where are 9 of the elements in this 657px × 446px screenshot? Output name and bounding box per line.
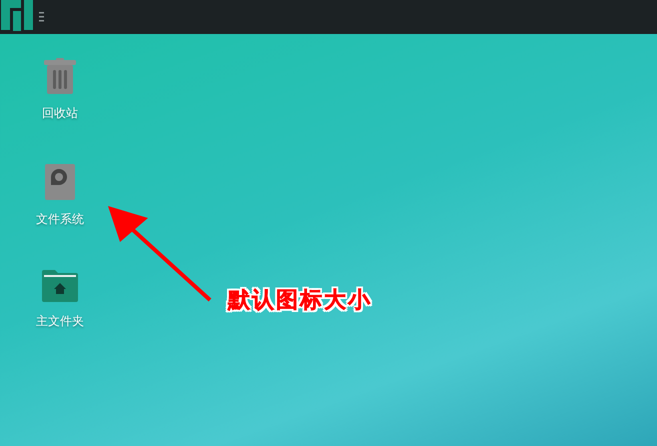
desktop-icon-label[interactable]: 文件系统 xyxy=(36,210,84,228)
annotation-text: 默认图标大小 xyxy=(228,287,372,315)
logo-icon[interactable] xyxy=(0,0,34,31)
drive-icon xyxy=(45,164,75,200)
menu-icon[interactable] xyxy=(39,12,44,22)
desktop-icon-label[interactable]: 主文件夹 xyxy=(36,312,84,330)
home-folder-icon xyxy=(42,270,78,302)
desktop-icon-label[interactable]: 回收站 xyxy=(42,104,78,122)
trash-icon xyxy=(43,58,77,94)
